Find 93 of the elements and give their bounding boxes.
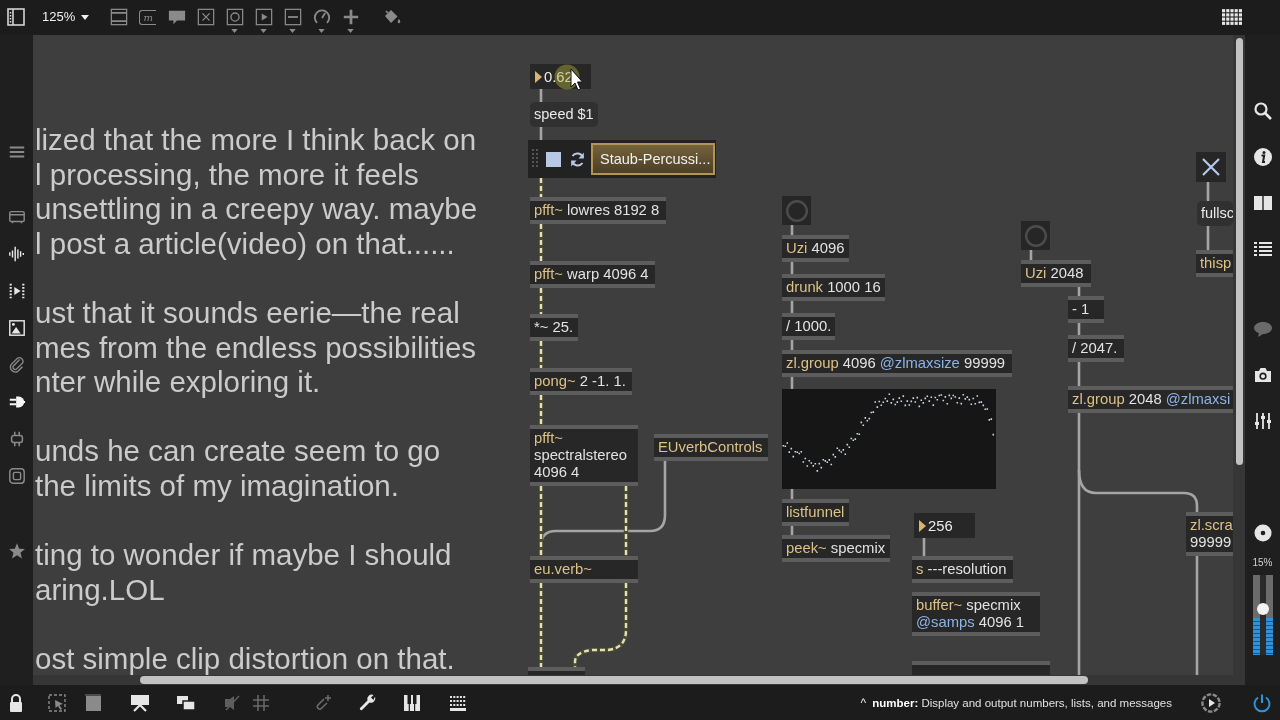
zoom-menu[interactable]: 125% [42,9,90,25]
object-box[interactable]: buffer~ specmix @samps 4096 1 [912,592,1040,636]
object-box[interactable]: listfunnel [782,499,849,526]
signal-cord [538,288,544,314]
power-icon[interactable] [1252,692,1272,713]
presentation-icon[interactable] [130,692,150,713]
nested-square-icon[interactable] [7,467,26,485]
object-box[interactable]: pfft~ lowres 8192 8 [530,197,666,224]
signal-cord [538,395,544,425]
film-play-icon[interactable] [7,282,26,300]
message-tool-button[interactable]: m [139,10,157,25]
comment-text: ust that it sounds eerie—the real mes from the endless possibilities nter while exploring it. [35,295,478,400]
waveform-icon[interactable] [7,245,26,263]
signal-cord [623,486,629,556]
ring-icon [785,199,808,222]
comment-text: ost simple clip distortion on that. [35,641,456,675]
plus-icon[interactable] [341,8,360,26]
object-box[interactable]: drunk 1000 16 [782,274,885,301]
hash-grid-icon[interactable] [251,692,271,713]
comment-text: unds he can create seem to go the limits of my imagination. [35,434,442,504]
object-box[interactable]: / 2047. [1068,335,1124,362]
wrench-icon[interactable] [358,692,378,713]
triangle-icon [535,70,542,83]
scrollbar-thumb[interactable] [140,676,1088,684]
scrollbar-thumb[interactable] [1236,38,1243,465]
signal-cord [538,178,544,197]
message-box[interactable]: fullsc [1197,201,1233,226]
playlist-panel[interactable]: Staub-Percussi... [528,140,716,178]
expand-button[interactable]: ^ [860,695,867,710]
object-box[interactable]: pfft~ spectralstereo 4096 4 [530,425,638,486]
dial-icon[interactable] [312,8,331,26]
grid-icon[interactable] [1222,9,1242,25]
status-hint: number: Display and output numbers, lists, and messages [872,695,1172,710]
signal-cord [538,486,544,556]
comment-text: ting to wonder if maybe I should aring.LOL [35,538,453,608]
number-icon[interactable] [254,8,273,26]
cross-icon [1201,157,1221,177]
object-box[interactable]: thisp [1196,250,1233,277]
object-box[interactable]: zl.group 4096 @zlmaxsize 99999 [782,350,1012,377]
object-box[interactable]: peek~ specmix [782,535,890,562]
piano-icon[interactable] [402,692,422,713]
search-icon[interactable] [1252,101,1273,121]
stop-icon[interactable] [546,151,561,167]
toggle-button[interactable] [1196,152,1226,182]
object-box[interactable]: Uzi 4096 [782,235,849,262]
play-circle-icon[interactable] [1201,692,1221,713]
star-icon[interactable] [7,542,26,560]
object-box[interactable]: eu.verb~ [530,556,638,583]
object-box[interactable]: pfft~ warp 4096 4 [530,261,655,288]
square-icon[interactable] [83,692,103,713]
message-box[interactable]: speed $1 [530,102,598,127]
paperclip-icon[interactable] [7,356,26,374]
signal-cord [538,224,544,261]
comment-icon[interactable] [1252,319,1273,339]
comment-text: lized that the more I think back on l processing, the more it feels unsettling in a creepy way. maybe l post a article(video) on that...... [35,123,478,262]
signal-cord [538,341,544,368]
paperclip-plus-icon[interactable] [313,692,333,713]
patch-cord [1206,226,1210,250]
sidebar-icon[interactable] [6,7,26,27]
grip-icon[interactable] [532,148,538,170]
toggle-icon[interactable] [196,8,215,26]
object-icon[interactable] [109,8,128,26]
patch-cord [1077,362,1081,386]
patch-cord [1206,182,1210,201]
object-box[interactable]: zl.group 2048 @zlmaxsi [1068,386,1233,413]
cpu-reading: 15% [1252,557,1273,569]
mixer-icon[interactable] [1252,411,1273,431]
comment-icon[interactable] [167,8,186,26]
number-box[interactable]: 0.62 [530,64,591,89]
slider-icon[interactable] [283,8,302,26]
list-icon[interactable] [1252,239,1273,259]
book-icon[interactable] [1252,193,1273,213]
camera-icon[interactable] [1252,365,1273,385]
caret-icon[interactable] [81,14,90,20]
ring-icon [1024,224,1047,247]
disc-icon[interactable] [1252,523,1273,543]
gain-slider[interactable] [1252,575,1273,655]
object-box[interactable]: Uzi 2048 [1021,260,1091,287]
object-box[interactable]: EUverbControls [654,434,768,461]
triangle-icon [919,519,926,532]
bang-icon[interactable] [225,8,244,26]
object-box[interactable]: / 1000. [782,313,835,340]
object-box[interactable]: s ---resolution [912,556,1013,583]
image-icon[interactable] [7,319,26,337]
object-box[interactable]: - 1 [1068,296,1104,323]
object-box[interactable]: *~ 25. [530,314,578,341]
object-box[interactable]: zl.scra 99999 [1186,512,1233,556]
audio-clip[interactable]: Staub-Percussi... [591,143,715,175]
window-icon[interactable] [7,208,26,226]
object-box[interactable]: pong~ 2 -1. 1. [530,368,632,395]
info-icon[interactable] [1252,147,1273,167]
loop-icon[interactable] [569,150,586,168]
number-box[interactable]: 256 [914,513,975,538]
